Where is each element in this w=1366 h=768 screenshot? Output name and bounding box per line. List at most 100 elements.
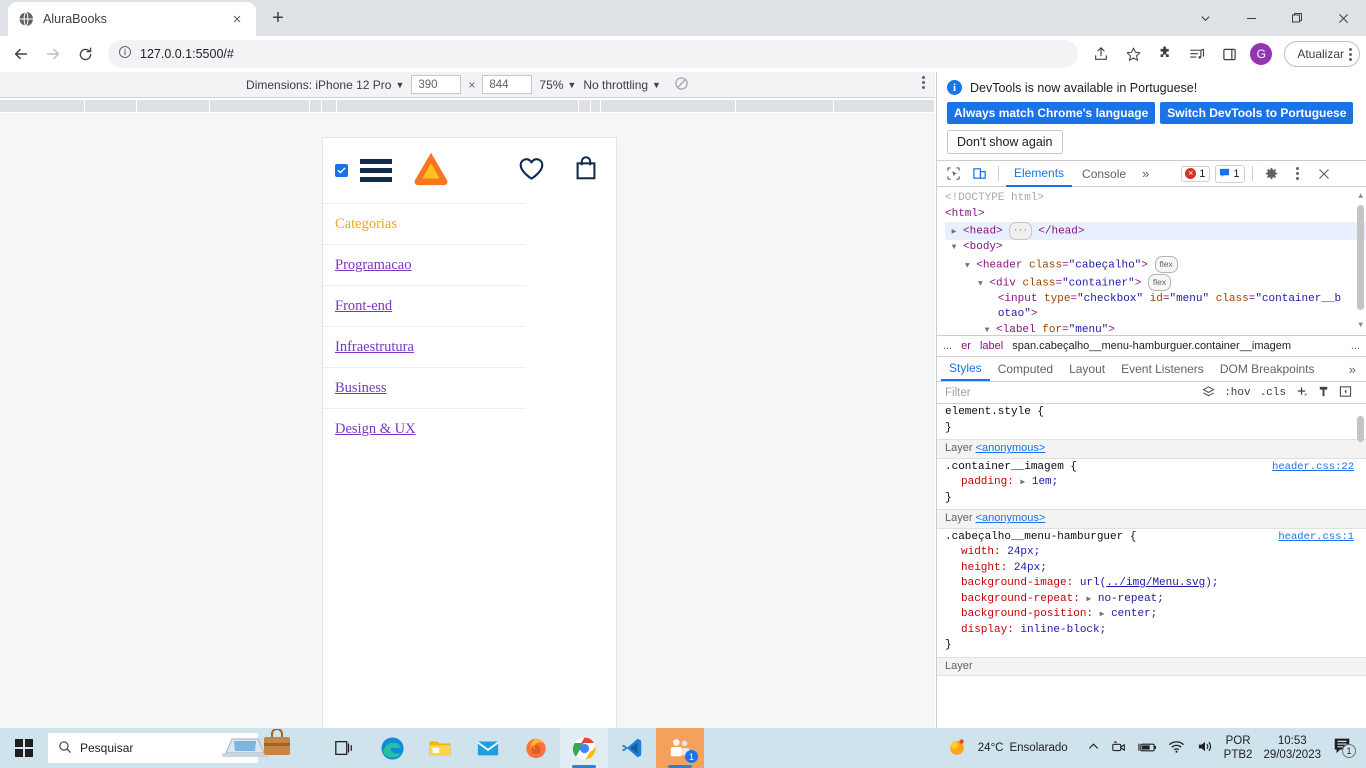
css-declaration[interactable]: background-position: ▶ center;: [945, 607, 1358, 623]
chevron-up-icon[interactable]: [1087, 740, 1100, 756]
throttling-selector[interactable]: No throttling ▼: [583, 78, 661, 92]
style-rule-element[interactable]: element.style { }: [937, 404, 1366, 440]
toggle-sidebar-icon[interactable]: [1339, 385, 1352, 401]
layer-link[interactable]: <anonymous>: [976, 512, 1046, 524]
media-list-icon[interactable]: [1182, 39, 1212, 69]
speaker-icon[interactable]: [1196, 739, 1213, 757]
edge-icon[interactable]: [368, 728, 416, 768]
new-tab-button[interactable]: +: [265, 5, 291, 31]
teams-icon[interactable]: 1: [656, 728, 704, 768]
wifi-icon[interactable]: [1168, 740, 1185, 757]
checkbox-checked-icon[interactable]: [335, 164, 348, 177]
mail-icon[interactable]: [464, 728, 512, 768]
tab-console[interactable]: Console: [1074, 161, 1134, 187]
inspect-element-icon[interactable]: [941, 163, 965, 185]
category-link-programacao[interactable]: Programacao: [323, 245, 525, 286]
zoom-selector[interactable]: 75% ▼: [539, 78, 576, 92]
dom-line[interactable]: otao">: [945, 307, 1366, 323]
hover-state-button[interactable]: :hov: [1224, 387, 1250, 399]
language-indicator[interactable]: POR PTB2: [1224, 734, 1253, 762]
dom-line[interactable]: ▼ <div class="container"> flex: [945, 273, 1366, 292]
device-selector[interactable]: Dimensions: iPhone 12 Pro ▼: [246, 78, 404, 92]
category-link-business[interactable]: Business: [323, 368, 525, 409]
shopping-bag-icon[interactable]: [572, 154, 600, 187]
expand-icon[interactable]: ▶: [1100, 610, 1105, 619]
plus-icon[interactable]: [1295, 385, 1308, 401]
battery-icon[interactable]: [1138, 740, 1157, 757]
switch-to-portuguese-button[interactable]: Switch DevTools to Portuguese: [1160, 102, 1354, 124]
category-link-design-ux[interactable]: Design & UX: [323, 409, 525, 450]
search-input[interactable]: Pesquisar: [48, 728, 290, 763]
profile-button[interactable]: G: [1246, 39, 1276, 69]
puzzle-piece-icon[interactable]: [1150, 39, 1180, 69]
scroll-thumb[interactable]: [1357, 416, 1364, 442]
scroll-up-icon[interactable]: ▲: [1358, 189, 1363, 205]
close-icon[interactable]: [1320, 0, 1366, 36]
tab-layout[interactable]: Layout: [1061, 357, 1113, 381]
weather-temp[interactable]: 24°C: [978, 742, 1004, 754]
css-url-link[interactable]: ../img/Menu.svg: [1106, 577, 1205, 589]
close-icon[interactable]: ×: [228, 10, 246, 28]
collapsed-children-icon[interactable]: ···: [1009, 222, 1032, 240]
clock[interactable]: 10:53 29/03/2023: [1263, 734, 1321, 762]
tab-dom-breakpoints[interactable]: DOM Breakpoints: [1212, 357, 1323, 381]
notification-icon[interactable]: 1: [1332, 735, 1358, 761]
breadcrumb-overflow-left[interactable]: ...: [943, 340, 952, 352]
tab-event-listeners[interactable]: Event Listeners: [1113, 357, 1212, 381]
close-icon[interactable]: [1312, 163, 1336, 185]
kebab-menu-icon[interactable]: [1349, 47, 1352, 61]
dom-tree[interactable]: <!DOCTYPE html> <html> ▶ <head> ··· </he…: [937, 187, 1366, 335]
dom-line[interactable]: ▼ <label for="menu">: [945, 323, 1366, 335]
camera-icon[interactable]: [1111, 739, 1127, 758]
info-circle-icon[interactable]: [118, 45, 132, 64]
expand-icon[interactable]: ▶: [1020, 478, 1025, 487]
flex-badge[interactable]: flex: [1154, 255, 1178, 274]
kebab-menu-icon[interactable]: [1286, 163, 1310, 185]
css-declaration[interactable]: height: 24px;: [945, 561, 1358, 577]
error-count-badge[interactable]: 1: [1181, 165, 1211, 182]
width-input[interactable]: 390: [411, 75, 462, 94]
dom-line[interactable]: <input type="checkbox" id="menu" class="…: [945, 292, 1366, 308]
device-toolbar-icon[interactable]: [967, 163, 991, 185]
address-bar[interactable]: 127.0.0.1:5500/#: [108, 40, 1079, 68]
weather-desc[interactable]: Ensolarado: [1009, 742, 1067, 754]
tab-styles[interactable]: Styles: [941, 357, 990, 381]
update-button[interactable]: Atualizar: [1284, 41, 1360, 67]
tab-computed[interactable]: Computed: [990, 357, 1061, 381]
rotate-icon[interactable]: [674, 76, 689, 94]
chevron-right-icon[interactable]: »: [1343, 362, 1362, 377]
breadcrumb-item-label[interactable]: label: [980, 340, 1003, 352]
layer-link[interactable]: <anonymous>: [976, 442, 1046, 454]
tab-elements[interactable]: Elements: [1006, 161, 1073, 187]
styles-scrollbar[interactable]: [1357, 404, 1364, 729]
dom-line-head[interactable]: ▶ <head> ··· </head>: [945, 222, 1366, 241]
browser-tab[interactable]: AluraBooks ×: [8, 2, 256, 36]
dom-line[interactable]: ▼ <body>: [945, 240, 1366, 256]
css-declaration[interactable]: width: 24px;: [945, 545, 1358, 561]
dom-scrollbar[interactable]: ▲ ▼: [1357, 189, 1364, 333]
message-count-badge[interactable]: 1: [1215, 164, 1245, 183]
expand-icon[interactable]: ▶: [1086, 595, 1091, 604]
styles-pane[interactable]: element.style { } Layer <anonymous> .con…: [937, 404, 1366, 729]
breadcrumb-item-span[interactable]: span.cabeçalho__menu-hamburguer.containe…: [1012, 340, 1291, 352]
print-styles-icon[interactable]: [1317, 385, 1330, 401]
maximize-icon[interactable]: [1274, 0, 1320, 36]
dont-show-again-button[interactable]: Don't show again: [947, 130, 1063, 154]
css-declaration[interactable]: background-repeat: ▶ no-repeat;: [945, 592, 1358, 608]
dom-line[interactable]: <!DOCTYPE html>: [945, 191, 1366, 207]
star-icon[interactable]: [1118, 39, 1148, 69]
style-rule-container-imagem[interactable]: .container__imagem { header.css:22 paddi…: [937, 459, 1366, 510]
chevron-down-icon[interactable]: [1182, 0, 1228, 36]
css-declaration[interactable]: background-image: url(../img/Menu.svg);: [945, 576, 1358, 592]
breadcrumb-overflow-right[interactable]: ...: [1351, 340, 1360, 352]
back-arrow-icon[interactable]: [6, 39, 36, 69]
css-declaration[interactable]: display: inline-block;: [945, 623, 1358, 639]
chrome-icon[interactable]: [560, 728, 608, 768]
kebab-menu-icon[interactable]: [922, 76, 925, 89]
alura-triangle-logo-icon[interactable]: [412, 149, 450, 192]
hamburger-menu-icon[interactable]: [360, 159, 392, 182]
share-icon[interactable]: [1086, 39, 1116, 69]
dom-line[interactable]: ▼ <header class="cabeçalho"> flex: [945, 255, 1366, 274]
category-link-frontend[interactable]: Front-end: [323, 286, 525, 327]
heart-icon[interactable]: [517, 154, 546, 188]
